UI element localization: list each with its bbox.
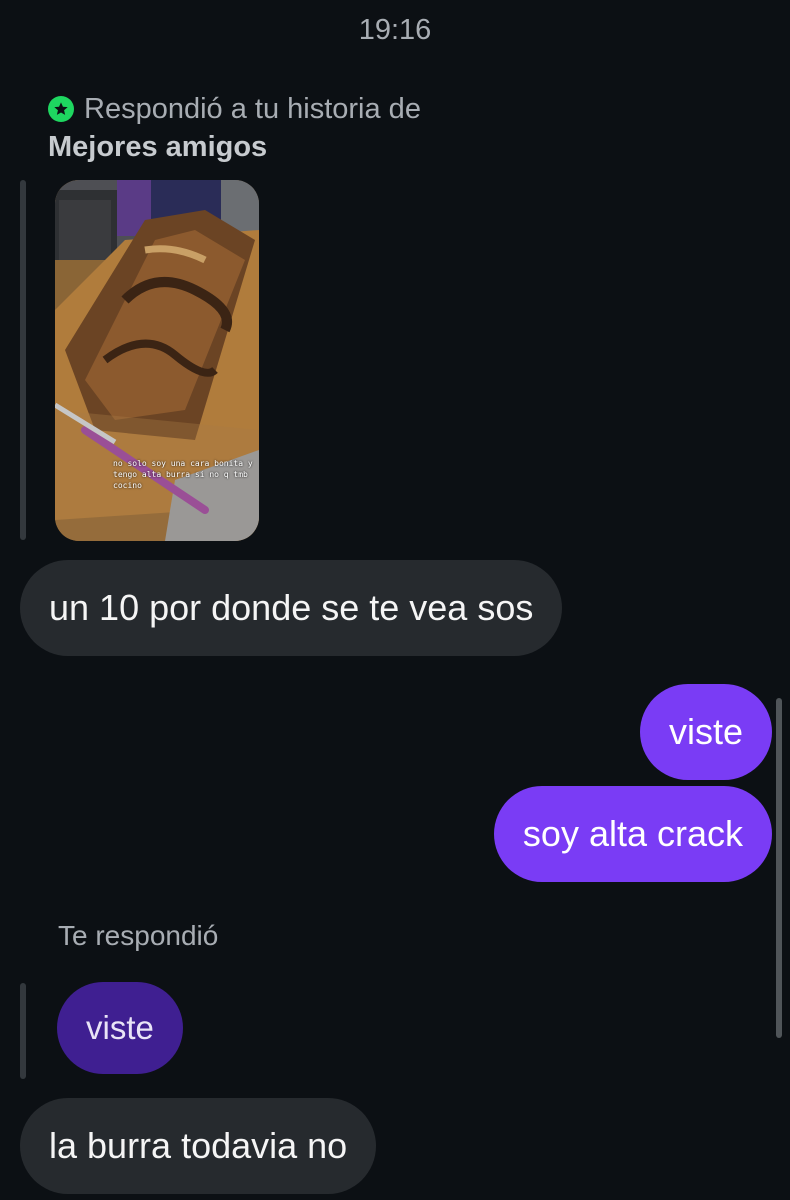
message-timestamp: 19:16 [358, 14, 432, 46]
story-reply-bar [20, 180, 26, 540]
reply-context-label: Te respondió [58, 920, 219, 951]
message-bubble-received[interactable]: la burra todavia no [20, 1098, 377, 1194]
story-thumbnail[interactable]: no solo soy una cara bonita y tengo alta… [55, 180, 259, 541]
message-bubble-sent[interactable]: viste [639, 684, 772, 780]
close-friends-label: Mejores amigos [48, 131, 268, 163]
story-caption: no solo soy una cara bonita y tengo alta… [113, 459, 253, 490]
scrollbar[interactable] [776, 698, 782, 1038]
story-reply-prefix: Respondió a tu historia de [84, 93, 421, 125]
close-friends-star-icon [48, 96, 74, 122]
message-bubble-sent[interactable]: soy alta crack [493, 786, 772, 882]
reply-context-bar [20, 983, 26, 1079]
message-bubble-received[interactable]: un 10 por donde se te vea sos [20, 560, 563, 656]
quoted-message-bubble[interactable]: viste [57, 982, 183, 1074]
story-reply-header: Respondió a tu historia de Mejores amigo… [48, 90, 421, 166]
